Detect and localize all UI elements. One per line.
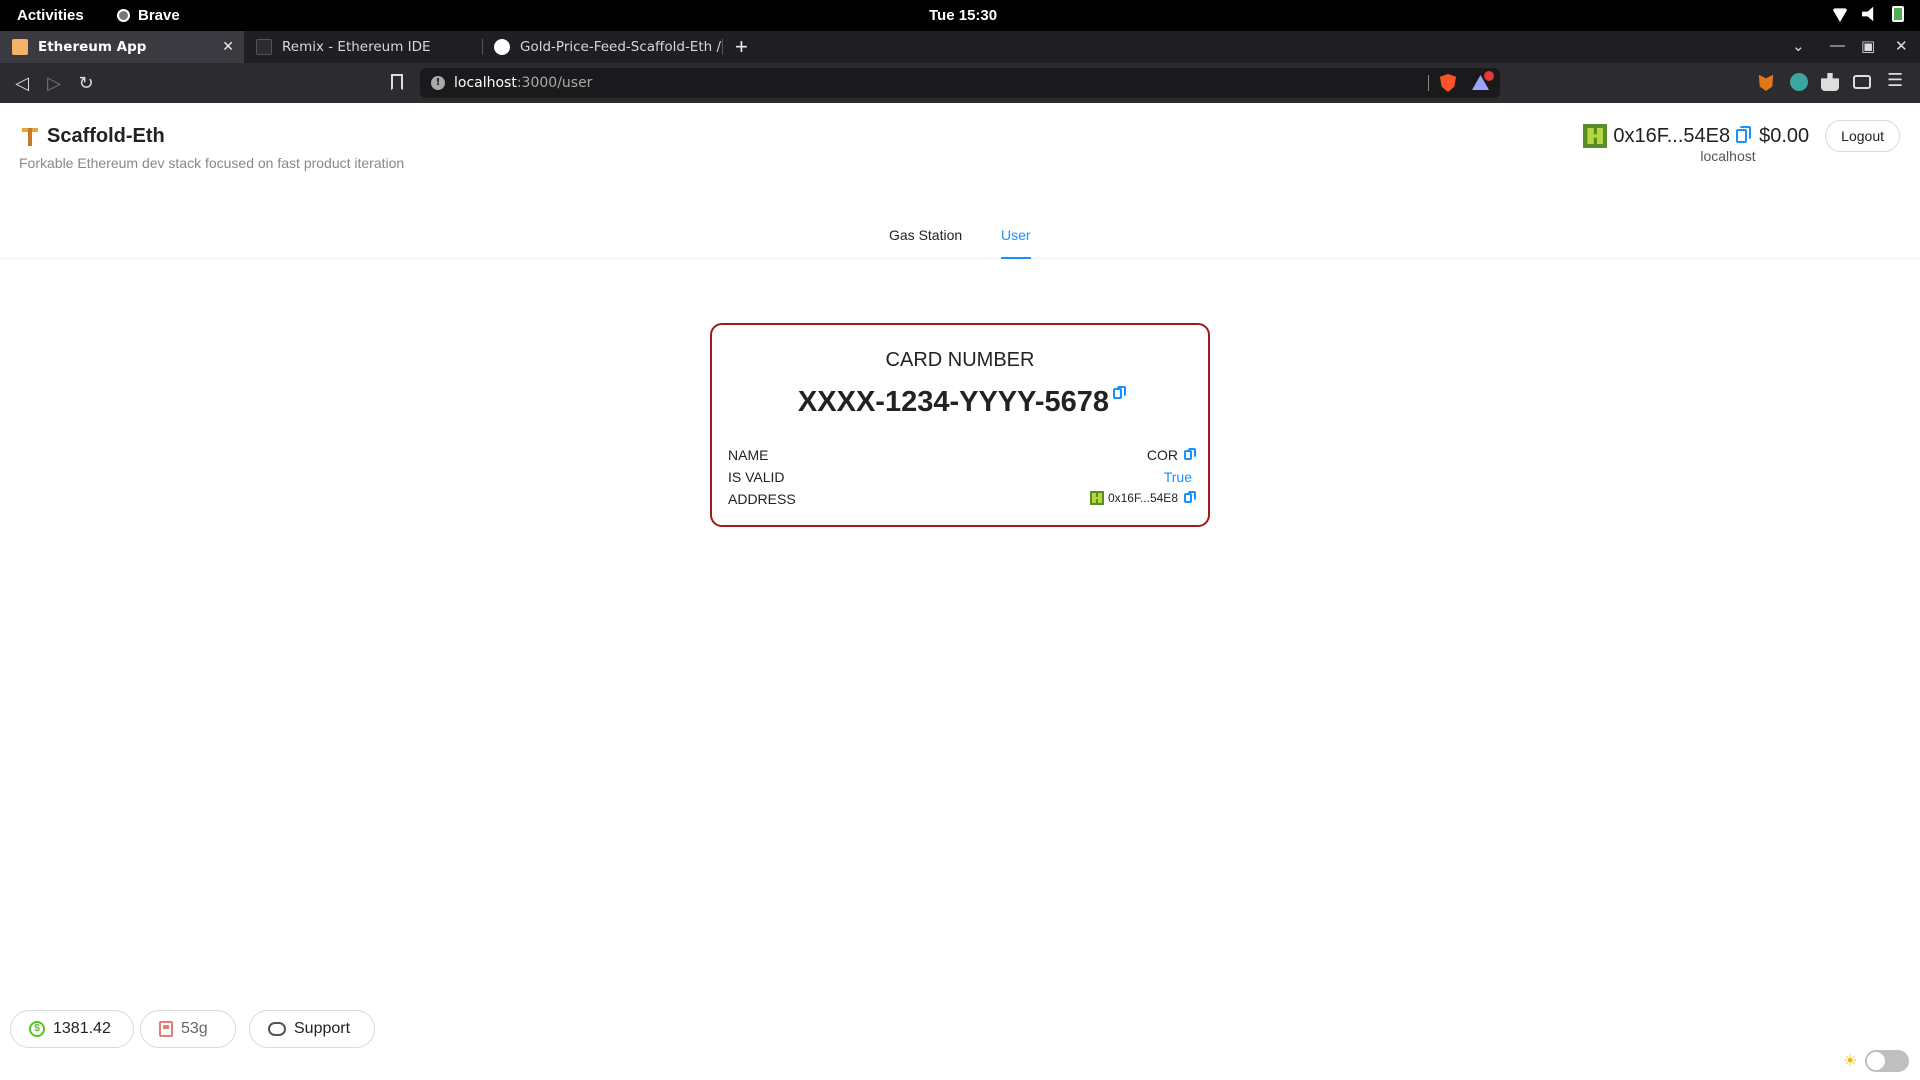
brave-app-icon bbox=[117, 9, 130, 22]
address-bar[interactable]: ! localhost:3000/user bbox=[420, 68, 1500, 98]
card-panel: CARD NUMBER XXXX-1234-YYYY-5678 NAME COR… bbox=[710, 323, 1210, 527]
system-top-bar: Activities Brave Tue 15:30 bbox=[0, 0, 1920, 31]
clock[interactable]: Tue 15:30 bbox=[929, 7, 997, 24]
system-tray[interactable] bbox=[1832, 6, 1904, 22]
rewards-badge bbox=[1484, 71, 1494, 81]
brave-shields-icon[interactable] bbox=[1440, 74, 1456, 92]
remix-favicon-icon bbox=[256, 39, 272, 55]
logout-button[interactable]: Logout bbox=[1825, 120, 1900, 152]
sun-icon: ☀ bbox=[1843, 1053, 1858, 1070]
row-value: 0x16F...54E8 bbox=[1089, 491, 1196, 505]
card-number-label: CARD NUMBER bbox=[885, 349, 1035, 371]
account-address[interactable]: 0x16F...54E8 bbox=[1613, 125, 1730, 148]
address-blockie-icon bbox=[1089, 491, 1104, 505]
wifi-icon bbox=[1832, 8, 1848, 22]
wallet-icon[interactable] bbox=[1853, 75, 1871, 89]
copy-address-icon[interactable] bbox=[1736, 126, 1752, 143]
valid-value: True bbox=[1163, 469, 1192, 485]
restore-icon[interactable]: ▣ bbox=[1861, 37, 1875, 55]
copy-name-icon[interactable] bbox=[1184, 448, 1196, 460]
close-window-icon[interactable]: ✕ bbox=[1895, 37, 1908, 55]
theme-switch: ☀ bbox=[1843, 1050, 1910, 1072]
tab-gas-station[interactable]: Gas Station bbox=[889, 227, 962, 257]
github-favicon-icon bbox=[494, 39, 510, 55]
tab-ethereum-app[interactable]: Ethereum App ✕ bbox=[0, 31, 244, 63]
support-label: Support bbox=[294, 1020, 351, 1037]
tab-title: Remix - Ethereum IDE bbox=[282, 39, 431, 55]
gas-price-button[interactable]: 53g bbox=[140, 1010, 236, 1048]
card-number-value: XXXX-1234-YYYY-5678 bbox=[797, 386, 1110, 418]
tab-remix[interactable]: Remix - Ethereum IDE bbox=[244, 31, 482, 63]
crane-icon bbox=[19, 126, 41, 148]
nav-menu: Gas Station User bbox=[0, 223, 1920, 259]
bookmark-icon[interactable] bbox=[391, 74, 403, 90]
back-icon[interactable]: ◁ bbox=[11, 72, 33, 94]
row-key: NAME bbox=[728, 447, 769, 463]
app-header: Scaffold-Eth Forkable Ethereum dev stack… bbox=[19, 125, 404, 171]
browser-toolbar: ◁ ▷ ↻ ! localhost:3000/user ☰ bbox=[0, 63, 1920, 103]
card-row-address: ADDRESS 0x16F...54E8 bbox=[728, 491, 1196, 509]
app-title[interactable]: Scaffold-Eth bbox=[19, 125, 404, 148]
tab-search-chevron-icon[interactable]: ⌄ bbox=[1792, 37, 1805, 55]
extension-icon[interactable] bbox=[1790, 73, 1808, 91]
page: Scaffold-Eth Forkable Ethereum dev stack… bbox=[0, 103, 1920, 1080]
address-value[interactable]: 0x16F...54E8 bbox=[1108, 491, 1178, 505]
row-key: IS VALID bbox=[728, 469, 785, 485]
chat-icon bbox=[268, 1018, 286, 1036]
extensions-puzzle-icon[interactable] bbox=[1821, 73, 1839, 91]
minimize-icon[interactable]: — bbox=[1830, 37, 1845, 54]
tab-user[interactable]: User bbox=[1001, 227, 1031, 259]
card-row-name: NAME COR bbox=[728, 447, 1196, 465]
tab-title: Ethereum App bbox=[38, 39, 147, 55]
account-widget: 0x16F...54E8 $0.00 localhost Logout bbox=[1583, 120, 1900, 164]
metamask-extension-icon[interactable] bbox=[1758, 74, 1774, 91]
copy-address-icon[interactable] bbox=[1184, 491, 1196, 503]
new-tab-icon[interactable]: + bbox=[735, 34, 748, 60]
copy-card-number-icon[interactable] bbox=[1113, 386, 1127, 399]
volume-icon bbox=[1862, 6, 1874, 22]
urlbar-divider bbox=[1428, 75, 1429, 91]
gas-pump-icon bbox=[159, 1021, 173, 1037]
site-info-icon[interactable]: ! bbox=[431, 76, 445, 90]
account-balance[interactable]: $0.00 bbox=[1759, 125, 1809, 148]
url-text[interactable]: localhost:3000/user bbox=[454, 75, 592, 91]
browser-menu-icon[interactable]: ☰ bbox=[1887, 70, 1905, 90]
account-blockie-icon bbox=[1583, 124, 1608, 148]
row-key: ADDRESS bbox=[728, 491, 796, 507]
close-tab-icon[interactable]: ✕ bbox=[222, 39, 234, 55]
app-favicon-icon bbox=[12, 39, 28, 55]
tab-title: Gold-Price-Feed-Scaffold-Eth / bbox=[520, 39, 722, 55]
activities-button[interactable]: Activities bbox=[17, 7, 84, 24]
app-menu[interactable]: Brave bbox=[117, 7, 180, 24]
eth-price-button[interactable]: $ 1381.42 bbox=[10, 1010, 134, 1048]
card-number: XXXX-1234-YYYY-5678 bbox=[712, 386, 1208, 419]
forward-icon[interactable]: ▷ bbox=[43, 72, 65, 94]
app-subtitle: Forkable Ethereum dev stack focused on f… bbox=[19, 155, 405, 171]
browser-tab-strip: Ethereum App ✕ Remix - Ethereum IDE Gold… bbox=[0, 31, 1920, 63]
tab-separator bbox=[722, 39, 723, 55]
support-button[interactable]: Support bbox=[249, 1010, 375, 1048]
app-name: Brave bbox=[138, 7, 180, 24]
theme-toggle[interactable] bbox=[1865, 1050, 1910, 1072]
dollar-icon: $ bbox=[29, 1021, 45, 1037]
battery-icon bbox=[1892, 6, 1904, 22]
reload-icon[interactable]: ↻ bbox=[75, 72, 97, 94]
eth-price-value: 1381.42 bbox=[53, 1020, 111, 1037]
tab-github[interactable]: Gold-Price-Feed-Scaffold-Eth / bbox=[482, 31, 722, 63]
card-row-valid: IS VALID True bbox=[728, 469, 1192, 487]
name-value: COR bbox=[1146, 447, 1178, 463]
app-title-text: Scaffold-Eth bbox=[47, 125, 165, 147]
gas-price-value: 53g bbox=[181, 1020, 208, 1037]
network-label: localhost bbox=[1700, 148, 1756, 164]
row-value: COR bbox=[1146, 447, 1196, 463]
